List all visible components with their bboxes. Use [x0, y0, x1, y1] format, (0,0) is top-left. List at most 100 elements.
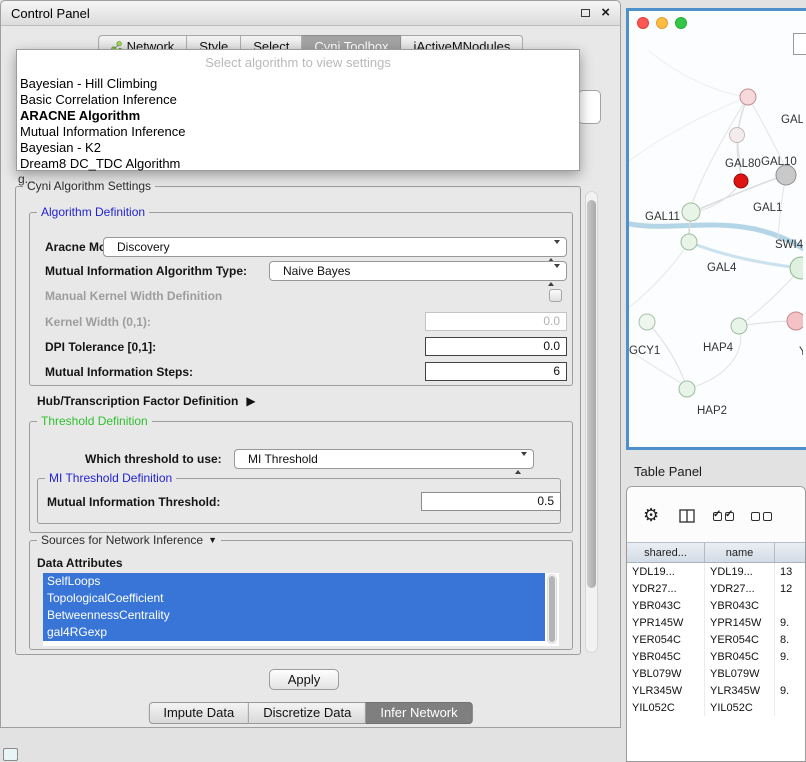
table-header[interactable]: shared...name [627, 542, 805, 563]
algorithm-select-popup: Select algorithm to view settings Bayesi… [16, 49, 580, 171]
table-cell: YLR345W [627, 682, 705, 699]
network-overview-box[interactable] [793, 33, 806, 55]
network-node[interactable] [790, 257, 803, 279]
settings-gear-icon[interactable]: ⚙ [643, 505, 659, 526]
network-node[interactable] [682, 203, 700, 221]
table-cell: 8. [775, 631, 805, 648]
table-row[interactable]: YBL079WYBL079W [627, 665, 805, 682]
close-traffic-icon[interactable] [637, 17, 649, 29]
algorithm-option[interactable]: Bayesian - K2 [17, 140, 579, 156]
table-cell: YER054C [705, 631, 775, 648]
settings-scrollbar[interactable] [585, 191, 598, 653]
combo-arrows-icon [515, 454, 527, 472]
mi-threshold-label: Mutual Information Threshold: [47, 495, 220, 509]
hub-section-toggle[interactable]: Hub/Transcription Factor Definition ▶ [37, 394, 256, 408]
mi-threshold-input[interactable]: 0.5 [421, 492, 561, 511]
network-node[interactable] [734, 174, 748, 188]
select-all-checkboxes-icon[interactable] [713, 512, 737, 521]
table-row[interactable]: YER054CYER054C8. [627, 631, 805, 648]
attribute-item[interactable]: TopologicalCoefficient [43, 590, 545, 607]
float-window-icon[interactable] [581, 9, 590, 17]
network-edge [649, 51, 748, 97]
network-node[interactable] [730, 128, 745, 143]
column-header[interactable]: shared... [627, 543, 705, 562]
table-row[interactable]: YDR27...YDR27...12 [627, 580, 805, 597]
table-cell [775, 597, 805, 614]
network-node[interactable] [731, 318, 747, 334]
network-node[interactable] [740, 89, 756, 105]
manual-kernel-checkbox[interactable] [549, 289, 562, 302]
table-row[interactable]: YIL052CYIL052C [627, 699, 805, 716]
network-node[interactable] [787, 312, 803, 330]
table-row[interactable]: YDL19...YDL19...13 [627, 563, 805, 580]
mi-steps-input[interactable]: 6 [425, 362, 567, 381]
table-cell [775, 699, 805, 716]
combo-arrows-icon [548, 242, 560, 260]
group-title-sources[interactable]: Sources for Network Inference ▼ [37, 533, 221, 547]
network-node[interactable] [639, 314, 655, 330]
combo-arrows-icon [548, 266, 560, 284]
network-edge [687, 330, 741, 389]
deselect-all-checkboxes-icon[interactable] [751, 512, 775, 521]
scrollbar-thumb[interactable] [549, 576, 555, 642]
mi-algorithm-type-label: Mutual Information Algorithm Type: [45, 264, 247, 278]
table-cell: YIL052C [705, 699, 775, 716]
node-label: GAL [781, 114, 803, 126]
dpi-tolerance-input[interactable]: 0.0 [425, 337, 567, 356]
attribute-item[interactable]: gal4RGexp [43, 624, 545, 641]
which-threshold-label: Which threshold to use: [85, 452, 222, 466]
mi-steps-label: Mutual Information Steps: [45, 365, 193, 379]
titlebar[interactable]: Control Panel × [1, 1, 620, 26]
table-cell: YBR045C [627, 648, 705, 665]
tab-discretize-data[interactable]: Discretize Data [249, 702, 366, 724]
group-title-cyni: Cyni Algorithm Settings [23, 179, 155, 193]
tab-infer-network[interactable]: Infer Network [366, 702, 472, 724]
zoom-traffic-icon[interactable] [675, 17, 687, 29]
network-node[interactable] [776, 165, 796, 185]
table-cell: YBR045C [705, 648, 775, 665]
table-cell: YBR043C [627, 597, 705, 614]
table-cell: 9. [775, 614, 805, 631]
node-label: GAL1 [753, 202, 782, 214]
table-row[interactable]: YBR045CYBR045C9. [627, 648, 805, 665]
attributes-scrollbar[interactable] [547, 574, 557, 644]
close-icon[interactable]: × [601, 6, 610, 20]
table-cell [775, 665, 805, 682]
network-node[interactable] [679, 381, 695, 397]
node-label: Y [799, 346, 803, 358]
table-cell: YBL079W [705, 665, 775, 682]
tab-impute-data[interactable]: Impute Data [148, 702, 249, 724]
kernel-width-input[interactable]: 0.0 [425, 312, 567, 331]
aracne-mode-select[interactable]: Discovery [103, 237, 567, 257]
obscured-field-fragment [578, 90, 601, 124]
table-cell: YDR27... [705, 580, 775, 597]
table-row[interactable]: YPR145WYPR145W9. [627, 614, 805, 631]
algorithm-popup-list: Bayesian - Hill ClimbingBasic Correlatio… [17, 76, 579, 172]
which-threshold-select[interactable]: MI Threshold [234, 449, 534, 469]
scrollbar-thumb[interactable] [587, 200, 596, 588]
algorithm-option[interactable]: Mutual Information Inference [17, 124, 579, 140]
algorithm-option[interactable]: Dream8 DC_TDC Algorithm [17, 156, 579, 172]
attribute-item[interactable]: SelfLoops [43, 573, 545, 590]
minimize-traffic-icon[interactable] [656, 17, 668, 29]
algorithm-option[interactable]: Bayesian - Hill Climbing [17, 76, 579, 92]
network-graph[interactable]: GALGAL80GAL10GAL11GAL1SWI4GAL4GCY1HAP4HA… [629, 11, 803, 447]
column-header[interactable]: name [705, 543, 775, 562]
algorithm-option[interactable]: Basic Correlation Inference [17, 92, 579, 108]
attribute-item[interactable]: BetweennessCentrality [43, 607, 545, 624]
apply-button[interactable]: Apply [269, 669, 339, 690]
column-header[interactable] [775, 543, 805, 562]
table-row[interactable]: YBR043CYBR043C [627, 597, 805, 614]
data-attributes-list[interactable]: SelfLoopsTopologicalCoefficientBetweenne… [43, 573, 559, 646]
algorithm-option[interactable]: ARACNE Algorithm [17, 108, 579, 124]
table-cell: YDL19... [705, 563, 775, 580]
mi-algorithm-type-value: Naive Bayes [283, 264, 350, 278]
network-edge [629, 97, 748, 161]
panel-corner-icon[interactable] [3, 748, 18, 761]
column-selector-icon[interactable] [679, 509, 695, 523]
mi-algorithm-type-select[interactable]: Naive Bayes [269, 261, 567, 281]
network-node[interactable] [681, 234, 697, 250]
table-row[interactable]: YLR345WYLR345W9. [627, 682, 805, 699]
network-view-window[interactable]: GALGAL80GAL10GAL11GAL1SWI4GAL4GCY1HAP4HA… [626, 8, 806, 450]
node-label: GAL4 [707, 262, 737, 274]
